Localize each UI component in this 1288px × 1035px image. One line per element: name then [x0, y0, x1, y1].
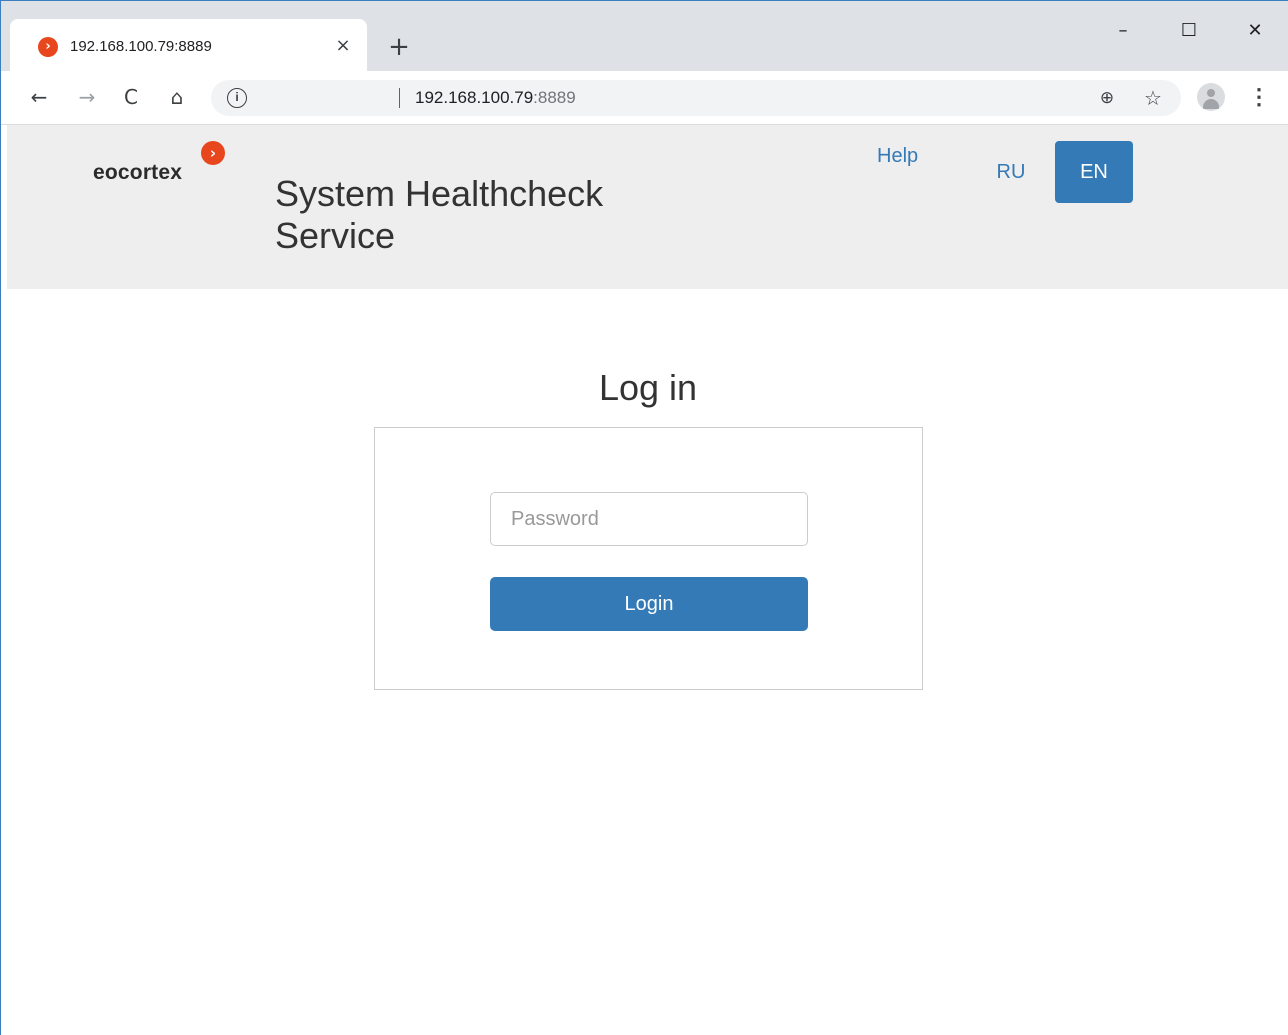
url-host: 192.168.100.79 [415, 88, 534, 107]
new-tab-icon[interactable]: + [385, 33, 413, 61]
eocortex-logo[interactable]: eocortex › [91, 139, 231, 189]
close-tab-icon[interactable]: × [332, 35, 354, 57]
eocortex-favicon-icon: › [38, 37, 58, 57]
help-link[interactable]: Help [877, 145, 918, 168]
forward-arrow-icon[interactable]: → [73, 83, 101, 111]
login-button[interactable]: Login [490, 577, 808, 631]
language-ru-button[interactable]: RU [985, 141, 1037, 203]
logo-chevron-icon: › [201, 141, 225, 165]
login-form: Login [374, 427, 923, 690]
home-icon[interactable]: ⌂ [163, 83, 191, 111]
address-bar[interactable]: i 192.168.100.79:8889 ⊕ ☆ [211, 80, 1181, 116]
url-text[interactable]: 192.168.100.79:8889 [415, 88, 576, 108]
url-port: :8889 [533, 88, 576, 107]
page-title: System Healthcheck Service [275, 173, 604, 256]
reload-icon[interactable]: C [117, 83, 145, 111]
zoom-icon[interactable]: ⊕ [1095, 86, 1119, 110]
avatar-head [1207, 89, 1215, 97]
window-close-icon[interactable]: ✕ [1237, 15, 1273, 47]
password-input[interactable] [490, 492, 808, 546]
minimize-icon[interactable]: – [1105, 15, 1141, 47]
logo-text: eocortex [93, 161, 183, 184]
browser-toolbar: ← → C ⌂ i 192.168.100.79:8889 ⊕ ☆ ⋮ [1, 71, 1288, 125]
site-info-icon[interactable]: i [227, 88, 247, 108]
profile-avatar-icon[interactable] [1197, 83, 1225, 111]
tab-title: 192.168.100.79:8889 [70, 38, 212, 55]
language-en-button[interactable]: EN [1055, 141, 1133, 203]
login-heading: Log in [598, 367, 698, 408]
browser-window: › 192.168.100.79:8889 × + – ☐ ✕ ← → C ⌂ … [0, 0, 1288, 1035]
tab-strip: › 192.168.100.79:8889 × + – ☐ ✕ [1, 1, 1288, 71]
back-arrow-icon[interactable]: ← [25, 83, 53, 111]
maximize-icon[interactable]: ☐ [1171, 15, 1207, 47]
avatar-body [1203, 99, 1219, 109]
browser-menu-icon[interactable]: ⋮ [1245, 83, 1273, 111]
address-divider [399, 88, 400, 108]
page-header: eocortex › System Healthcheck Service He… [7, 125, 1288, 289]
browser-tab[interactable]: › 192.168.100.79:8889 × [10, 19, 367, 71]
bookmark-star-icon[interactable]: ☆ [1141, 86, 1165, 110]
